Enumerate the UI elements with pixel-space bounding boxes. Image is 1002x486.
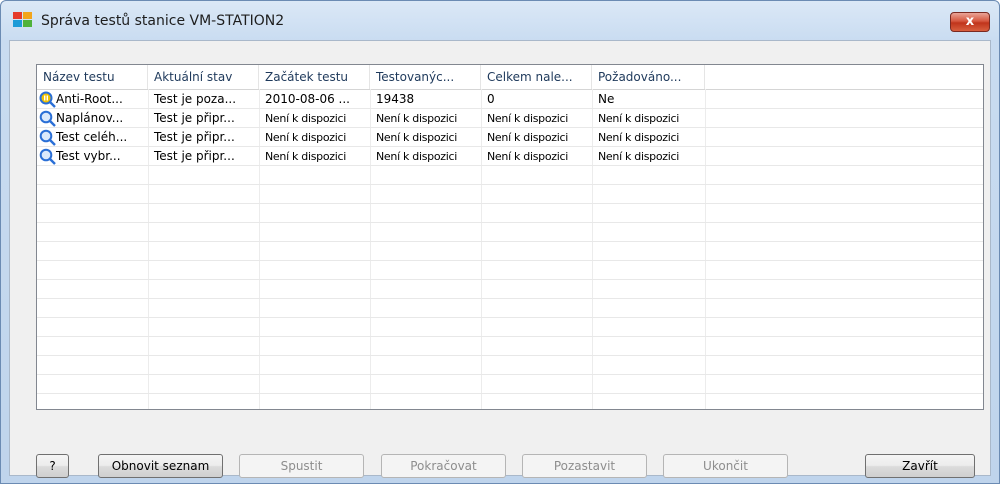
dialog-client-area: Název testu Aktuální stav Začátek testu … xyxy=(9,40,991,478)
column-header-tested-objects[interactable]: Testovanýc... xyxy=(370,65,481,89)
start-button[interactable]: Spustit xyxy=(239,454,364,478)
table-row[interactable]: Test vybr... Test je připr... Není k dis… xyxy=(37,147,983,166)
stop-button[interactable]: Ukončit xyxy=(663,454,788,478)
cell-test-name: Test vybr... xyxy=(56,149,121,163)
cell-start-time: Není k dispozici xyxy=(265,150,347,163)
empty-row xyxy=(37,299,983,318)
cell-requested: Není k dispozici xyxy=(598,112,680,125)
cell-status: Test je připr... xyxy=(154,130,235,144)
column-header-total-found[interactable]: Celkem nale... xyxy=(481,65,592,89)
cell-test-name: Naplánov... xyxy=(56,111,124,125)
cell-tested-objects: Není k dispozici xyxy=(376,150,458,163)
cell-tested-objects: Není k dispozici xyxy=(376,112,458,125)
cell-requested: Ne xyxy=(598,92,615,106)
empty-row xyxy=(37,185,983,204)
cell-requested: Není k dispozici xyxy=(598,150,680,163)
empty-row xyxy=(37,280,983,299)
dialog-window: Správa testů stanice VM-STATION2 x Název… xyxy=(0,0,1000,484)
cell-total-found: Není k dispozici xyxy=(487,112,569,125)
column-header-status[interactable]: Aktuální stav xyxy=(148,65,259,89)
empty-row xyxy=(37,242,983,261)
title-bar[interactable]: Správa testů stanice VM-STATION2 x xyxy=(1,1,999,35)
table-row[interactable]: Anti-Root... Test je poza... 2010-08-06 … xyxy=(37,90,983,109)
table-row[interactable]: Naplánov... Test je připr... Není k disp… xyxy=(37,109,983,128)
window-close-button[interactable]: x xyxy=(950,12,990,32)
avg-logo-icon xyxy=(13,12,32,27)
pause-button[interactable]: Pozastavit xyxy=(522,454,647,478)
column-header-test-name[interactable]: Název testu xyxy=(37,65,148,89)
cell-start-time: 2010-08-06 ... xyxy=(265,92,350,106)
cell-status: Test je připr... xyxy=(154,149,235,163)
window-title: Správa testů stanice VM-STATION2 xyxy=(41,13,285,29)
empty-row xyxy=(37,356,983,375)
cell-test-name: Test celéh... xyxy=(56,130,128,144)
table-row[interactable]: Test celéh... Test je připr... Není k di… xyxy=(37,128,983,147)
refresh-list-button[interactable]: Obnovit seznam xyxy=(98,454,223,478)
empty-row xyxy=(37,223,983,242)
help-button[interactable]: ? xyxy=(36,454,69,478)
cell-status: Test je připr... xyxy=(154,111,235,125)
cell-total-found: Není k dispozici xyxy=(487,150,569,163)
empty-row xyxy=(37,204,983,223)
list-header: Název testu Aktuální stav Začátek testu … xyxy=(37,65,983,90)
empty-row xyxy=(37,337,983,356)
cell-start-time: Není k dispozici xyxy=(265,131,347,144)
empty-row xyxy=(37,318,983,337)
empty-row xyxy=(37,394,983,409)
tests-list-view[interactable]: Název testu Aktuální stav Začátek testu … xyxy=(36,64,984,410)
empty-row xyxy=(37,166,983,185)
column-header-start-time[interactable]: Začátek testu xyxy=(259,65,370,89)
cell-total-found: 0 xyxy=(487,92,495,106)
cell-tested-objects: 19438 xyxy=(376,92,415,106)
cell-tested-objects: Není k dispozici xyxy=(376,131,458,144)
cell-start-time: Není k dispozici xyxy=(265,112,347,125)
close-button[interactable]: Zavřít xyxy=(865,454,975,478)
cell-total-found: Není k dispozici xyxy=(487,131,569,144)
resume-button[interactable]: Pokračovat xyxy=(381,454,506,478)
empty-row xyxy=(37,375,983,394)
cell-requested: Není k dispozici xyxy=(598,131,680,144)
cell-status: Test je poza... xyxy=(154,92,237,106)
cell-test-name: Anti-Root... xyxy=(56,92,123,106)
empty-row xyxy=(37,261,983,280)
column-header-requested[interactable]: Požadováno... xyxy=(592,65,705,89)
